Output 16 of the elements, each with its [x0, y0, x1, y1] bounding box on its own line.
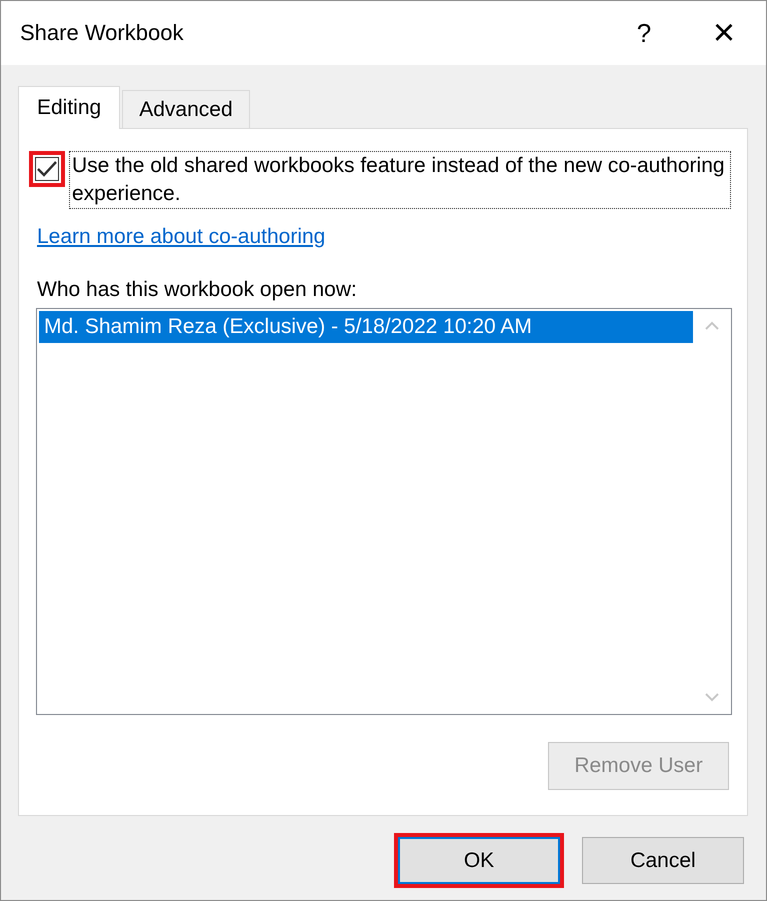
list-item[interactable]: Md. Shamim Reza (Exclusive) - 5/18/2022 10:20 AM — [39, 311, 693, 343]
scroll-down-icon[interactable] — [704, 692, 720, 702]
scroll-up-icon[interactable] — [704, 321, 720, 331]
close-button[interactable]: × — [694, 8, 754, 58]
tab[interactable]: Editing — [18, 86, 120, 129]
checkmark-icon — [36, 160, 58, 178]
dialog-button[interactable]: Cancel — [582, 837, 744, 884]
users-list[interactable]: Md. Shamim Reza (Exclusive) - 5/18/2022 10:20 AM — [36, 308, 732, 715]
tab[interactable]: Advanced — [122, 90, 250, 128]
help-button[interactable]: ? — [614, 8, 674, 58]
list-label: Who has this workbook open now: — [37, 278, 358, 302]
co-authoring-link[interactable]: Learn more about co-authoring — [37, 225, 326, 249]
window-title: Share Workbook — [20, 20, 184, 46]
checkbox-label[interactable]: Use the old shared workbooks feature instead of the new co-authoring experience. — [69, 151, 731, 209]
checkbox[interactable] — [35, 157, 59, 181]
dialog-button[interactable]: OK — [398, 837, 560, 884]
